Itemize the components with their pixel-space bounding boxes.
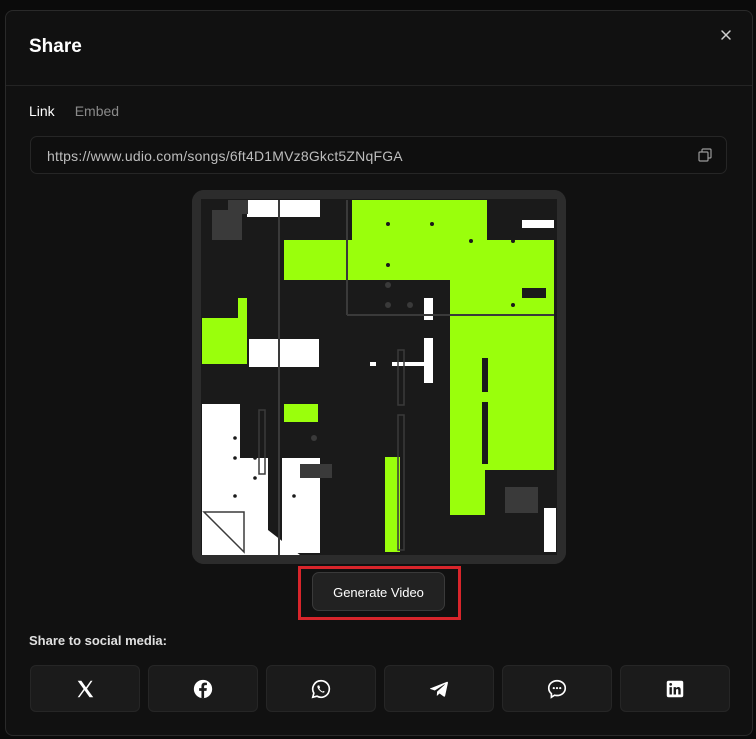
messenger-icon	[547, 679, 567, 699]
share-link-field[interactable]: https://www.udio.com/songs/6ft4D1MVz8Gkc…	[30, 136, 727, 174]
copy-icon[interactable]	[698, 148, 712, 162]
telegram-icon	[429, 681, 448, 697]
share-link-text: https://www.udio.com/songs/6ft4D1MVz8Gkc…	[47, 148, 403, 164]
share-linkedin-button[interactable]	[620, 665, 730, 712]
share-tabs: Link Embed	[29, 103, 119, 119]
share-messenger-button[interactable]	[502, 665, 612, 712]
tab-embed[interactable]: Embed	[75, 103, 119, 119]
share-whatsapp-button[interactable]	[266, 665, 376, 712]
share-facebook-button[interactable]	[148, 665, 258, 712]
modal-title: Share	[29, 36, 82, 57]
social-buttons	[30, 665, 730, 712]
header-divider	[6, 85, 752, 86]
x-icon	[77, 680, 94, 697]
close-icon[interactable]	[716, 25, 736, 45]
song-cover-art	[192, 190, 566, 564]
share-social-label: Share to social media:	[29, 633, 167, 648]
share-x-button[interactable]	[30, 665, 140, 712]
share-modal: Share Link Embed https://www.udio.com/so…	[5, 10, 753, 736]
generate-video-button[interactable]: Generate Video	[312, 572, 445, 611]
linkedin-icon	[666, 680, 684, 697]
tab-link[interactable]: Link	[29, 103, 55, 119]
facebook-icon	[193, 679, 213, 698]
share-telegram-button[interactable]	[384, 665, 494, 712]
whatsapp-icon	[311, 679, 331, 698]
